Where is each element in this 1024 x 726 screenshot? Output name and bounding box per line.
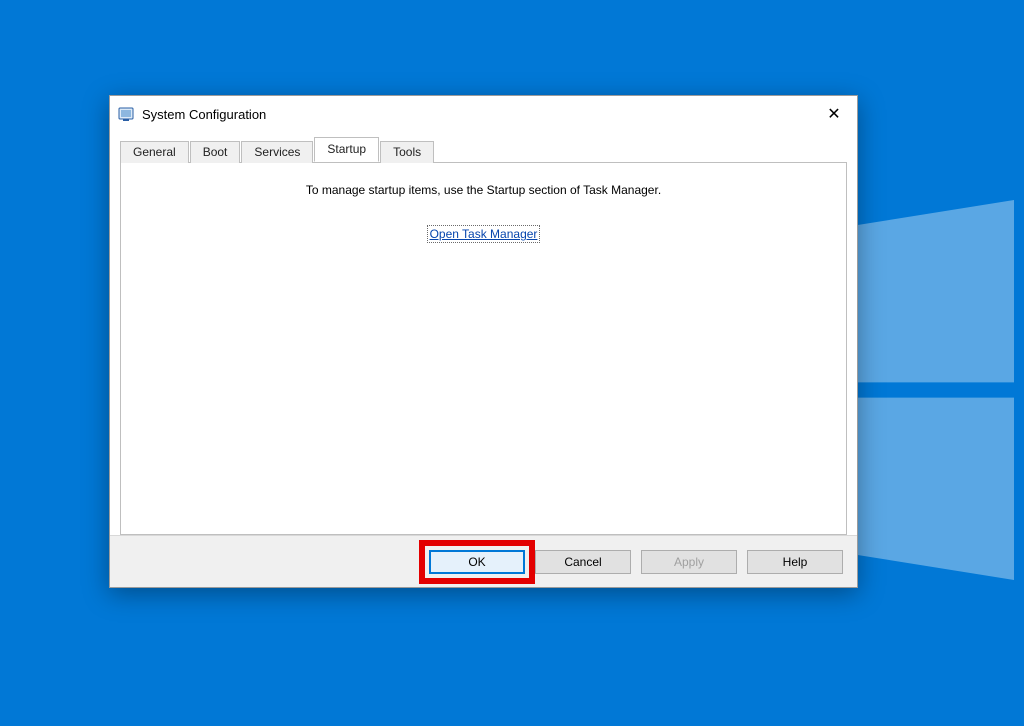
cancel-button[interactable]: Cancel (535, 550, 631, 574)
button-bar: OK Cancel Apply Help (110, 535, 857, 587)
tabstrip: General Boot Services Startup Tools (120, 138, 847, 162)
ok-button-highlight-wrap: OK (429, 550, 525, 574)
dialog-title: System Configuration (142, 107, 811, 122)
tab-panel-startup: To manage startup items, use the Startup… (120, 162, 847, 535)
tab-boot[interactable]: Boot (190, 141, 241, 163)
apply-button: Apply (641, 550, 737, 574)
msconfig-icon (118, 106, 134, 122)
tab-tools[interactable]: Tools (380, 141, 434, 163)
tab-startup[interactable]: Startup (314, 137, 379, 162)
close-icon: ✕ (827, 104, 840, 124)
open-task-manager-link[interactable]: Open Task Manager (427, 225, 541, 243)
system-configuration-dialog: System Configuration ✕ General Boot Serv… (109, 95, 858, 588)
dialog-client-area: General Boot Services Startup Tools To m… (110, 132, 857, 535)
ok-button[interactable]: OK (429, 550, 525, 574)
titlebar[interactable]: System Configuration ✕ (110, 96, 857, 132)
startup-message: To manage startup items, use the Startup… (133, 183, 834, 197)
help-button[interactable]: Help (747, 550, 843, 574)
tab-services[interactable]: Services (241, 141, 313, 163)
close-button[interactable]: ✕ (811, 98, 857, 130)
tab-general[interactable]: General (120, 141, 189, 163)
